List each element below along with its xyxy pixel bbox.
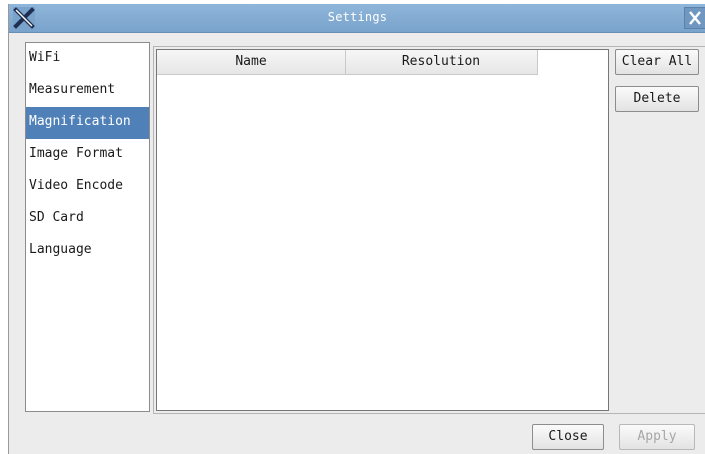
delete-button[interactable]: Delete [615, 86, 699, 112]
sidebar-item-image-format[interactable]: Image Format [26, 139, 149, 171]
sidebar-item-measurement[interactable]: Measurement [26, 75, 149, 107]
window-title: Settings [327, 10, 388, 24]
close-x-glyph [689, 11, 701, 25]
settings-category-list: WiFi Measurement Magnification Image For… [25, 42, 150, 412]
table-header: Name Resolution [157, 50, 538, 75]
clear-all-button[interactable]: Clear All [615, 49, 699, 75]
magnification-table[interactable]: Name Resolution [156, 49, 609, 411]
close-icon[interactable] [684, 7, 705, 29]
close-button[interactable]: Close [532, 424, 604, 450]
settings-window: Settings WiFi Measurement Magnification … [8, 4, 705, 454]
sidebar-item-language[interactable]: Language [26, 235, 149, 267]
title-bar: Settings [9, 4, 705, 33]
sidebar-item-magnification[interactable]: Magnification [26, 107, 149, 139]
column-header-name[interactable]: Name [157, 50, 346, 74]
sidebar-item-video-encode[interactable]: Video Encode [26, 171, 149, 203]
sidebar-item-sd-card[interactable]: SD Card [26, 203, 149, 235]
column-header-resolution[interactable]: Resolution [346, 50, 536, 74]
apply-button[interactable]: Apply [619, 424, 695, 450]
sidebar-item-wifi[interactable]: WiFi [26, 43, 149, 75]
